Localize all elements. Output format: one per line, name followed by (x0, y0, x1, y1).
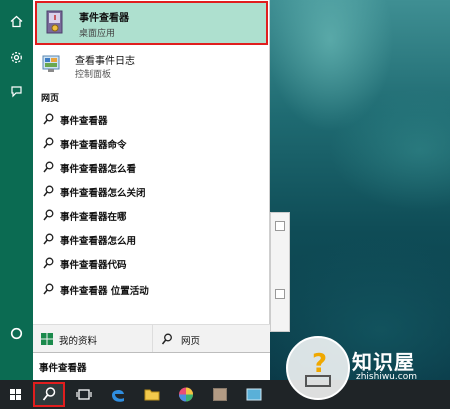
best-match-title: 事件查看器 (79, 13, 129, 24)
web-suggestion-label: 事件查看器 位置活动 (60, 286, 149, 297)
web-suggestion-item[interactable]: 事件查看器怎么关闭 (33, 180, 270, 204)
second-match-subtitle: 控制面板 (75, 70, 112, 80)
task-view-icon (76, 389, 92, 400)
web-suggestion-item[interactable]: 事件查看器在哪 (33, 204, 270, 228)
task-view-button[interactable] (70, 382, 98, 407)
web-suggestion-item[interactable]: 事件查看器怎么看 (33, 156, 270, 180)
feedback-icon[interactable] (6, 84, 27, 105)
web-suggestion-item[interactable]: 事件查看器 位置活动 (33, 278, 270, 302)
checkbox-icon (275, 289, 285, 299)
color-wheel-icon (179, 387, 193, 402)
svg-text:?: ? (312, 349, 327, 379)
search-icon (43, 233, 54, 245)
search-icon (43, 185, 54, 197)
watermark-brand: 知识屋 (352, 350, 415, 374)
search-icon (43, 161, 54, 173)
background-window (270, 212, 290, 332)
web-section-heading: 网页 (41, 94, 60, 104)
cortana-icon[interactable] (6, 326, 27, 347)
start-left-rail (0, 0, 33, 380)
web-suggestion-label: 事件查看器在哪 (60, 212, 127, 223)
best-match-result[interactable]: 事件查看器 桌面应用 (35, 1, 268, 45)
color-app-taskbar-icon[interactable] (172, 382, 200, 407)
photo-app-taskbar-icon[interactable] (206, 382, 234, 407)
watermark-logo: ? (286, 336, 350, 400)
web-suggestion-label: 事件查看器 (60, 116, 108, 127)
file-explorer-taskbar-icon[interactable] (138, 382, 166, 407)
web-suggestion-item[interactable]: 事件查看器代码 (33, 252, 270, 276)
folder-icon (144, 389, 160, 401)
web-suggestion-item[interactable]: 事件查看器 (33, 108, 270, 132)
search-icon (42, 387, 56, 401)
web-suggestion-item[interactable]: 事件查看器怎么用 (33, 228, 270, 252)
my-stuff-button[interactable]: 我的资料 (33, 325, 151, 353)
start-button[interactable] (2, 382, 30, 407)
windows-logo-icon (41, 333, 53, 345)
checkbox-icon (275, 221, 285, 231)
web-suggestion-label: 事件查看器怎么关闭 (60, 188, 146, 199)
search-scope-bar: 我的资料 网页 (33, 324, 270, 353)
search-box[interactable] (33, 352, 270, 380)
window-app-icon (246, 388, 262, 401)
watermark-url: zhishiwu.com (356, 372, 417, 382)
photo-icon (213, 388, 227, 401)
view-event-logs-result[interactable]: 查看事件日志 控制面板 (33, 48, 270, 82)
control-panel-icon (42, 55, 60, 72)
question-monitor-icon: ? (305, 349, 331, 387)
web-suggestion-label: 事件查看器怎么用 (60, 236, 137, 247)
search-input[interactable] (39, 358, 259, 376)
web-label: 网页 (181, 336, 201, 347)
edge-taskbar-icon[interactable] (104, 382, 132, 407)
app-taskbar-icon[interactable] (240, 382, 268, 407)
second-match-title: 查看事件日志 (75, 56, 135, 67)
home-icon[interactable] (6, 14, 27, 35)
web-suggestion-label: 事件查看器代码 (60, 260, 127, 271)
search-icon (43, 283, 54, 295)
my-stuff-label: 我的资料 (59, 336, 98, 347)
event-viewer-icon (46, 10, 63, 34)
taskbar-search-button[interactable] (33, 382, 65, 407)
gear-icon[interactable] (6, 50, 27, 71)
search-icon (43, 113, 54, 125)
search-icon (43, 137, 54, 149)
best-match-subtitle: 桌面应用 (79, 29, 116, 39)
web-suggestion-label: 事件查看器命令 (60, 140, 127, 151)
web-button[interactable]: 网页 (152, 325, 270, 353)
search-icon (161, 333, 172, 345)
windows-logo-icon (10, 389, 21, 400)
search-icon (43, 257, 54, 269)
search-results-panel: 事件查看器 桌面应用 查看事件日志 控制面板 网页 事件查看器 事件查看器命令 … (33, 0, 270, 353)
taskbar (0, 380, 450, 409)
search-icon (43, 209, 54, 221)
web-suggestion-label: 事件查看器怎么看 (60, 164, 137, 175)
edge-icon (112, 389, 124, 402)
web-suggestion-item[interactable]: 事件查看器命令 (33, 132, 270, 156)
